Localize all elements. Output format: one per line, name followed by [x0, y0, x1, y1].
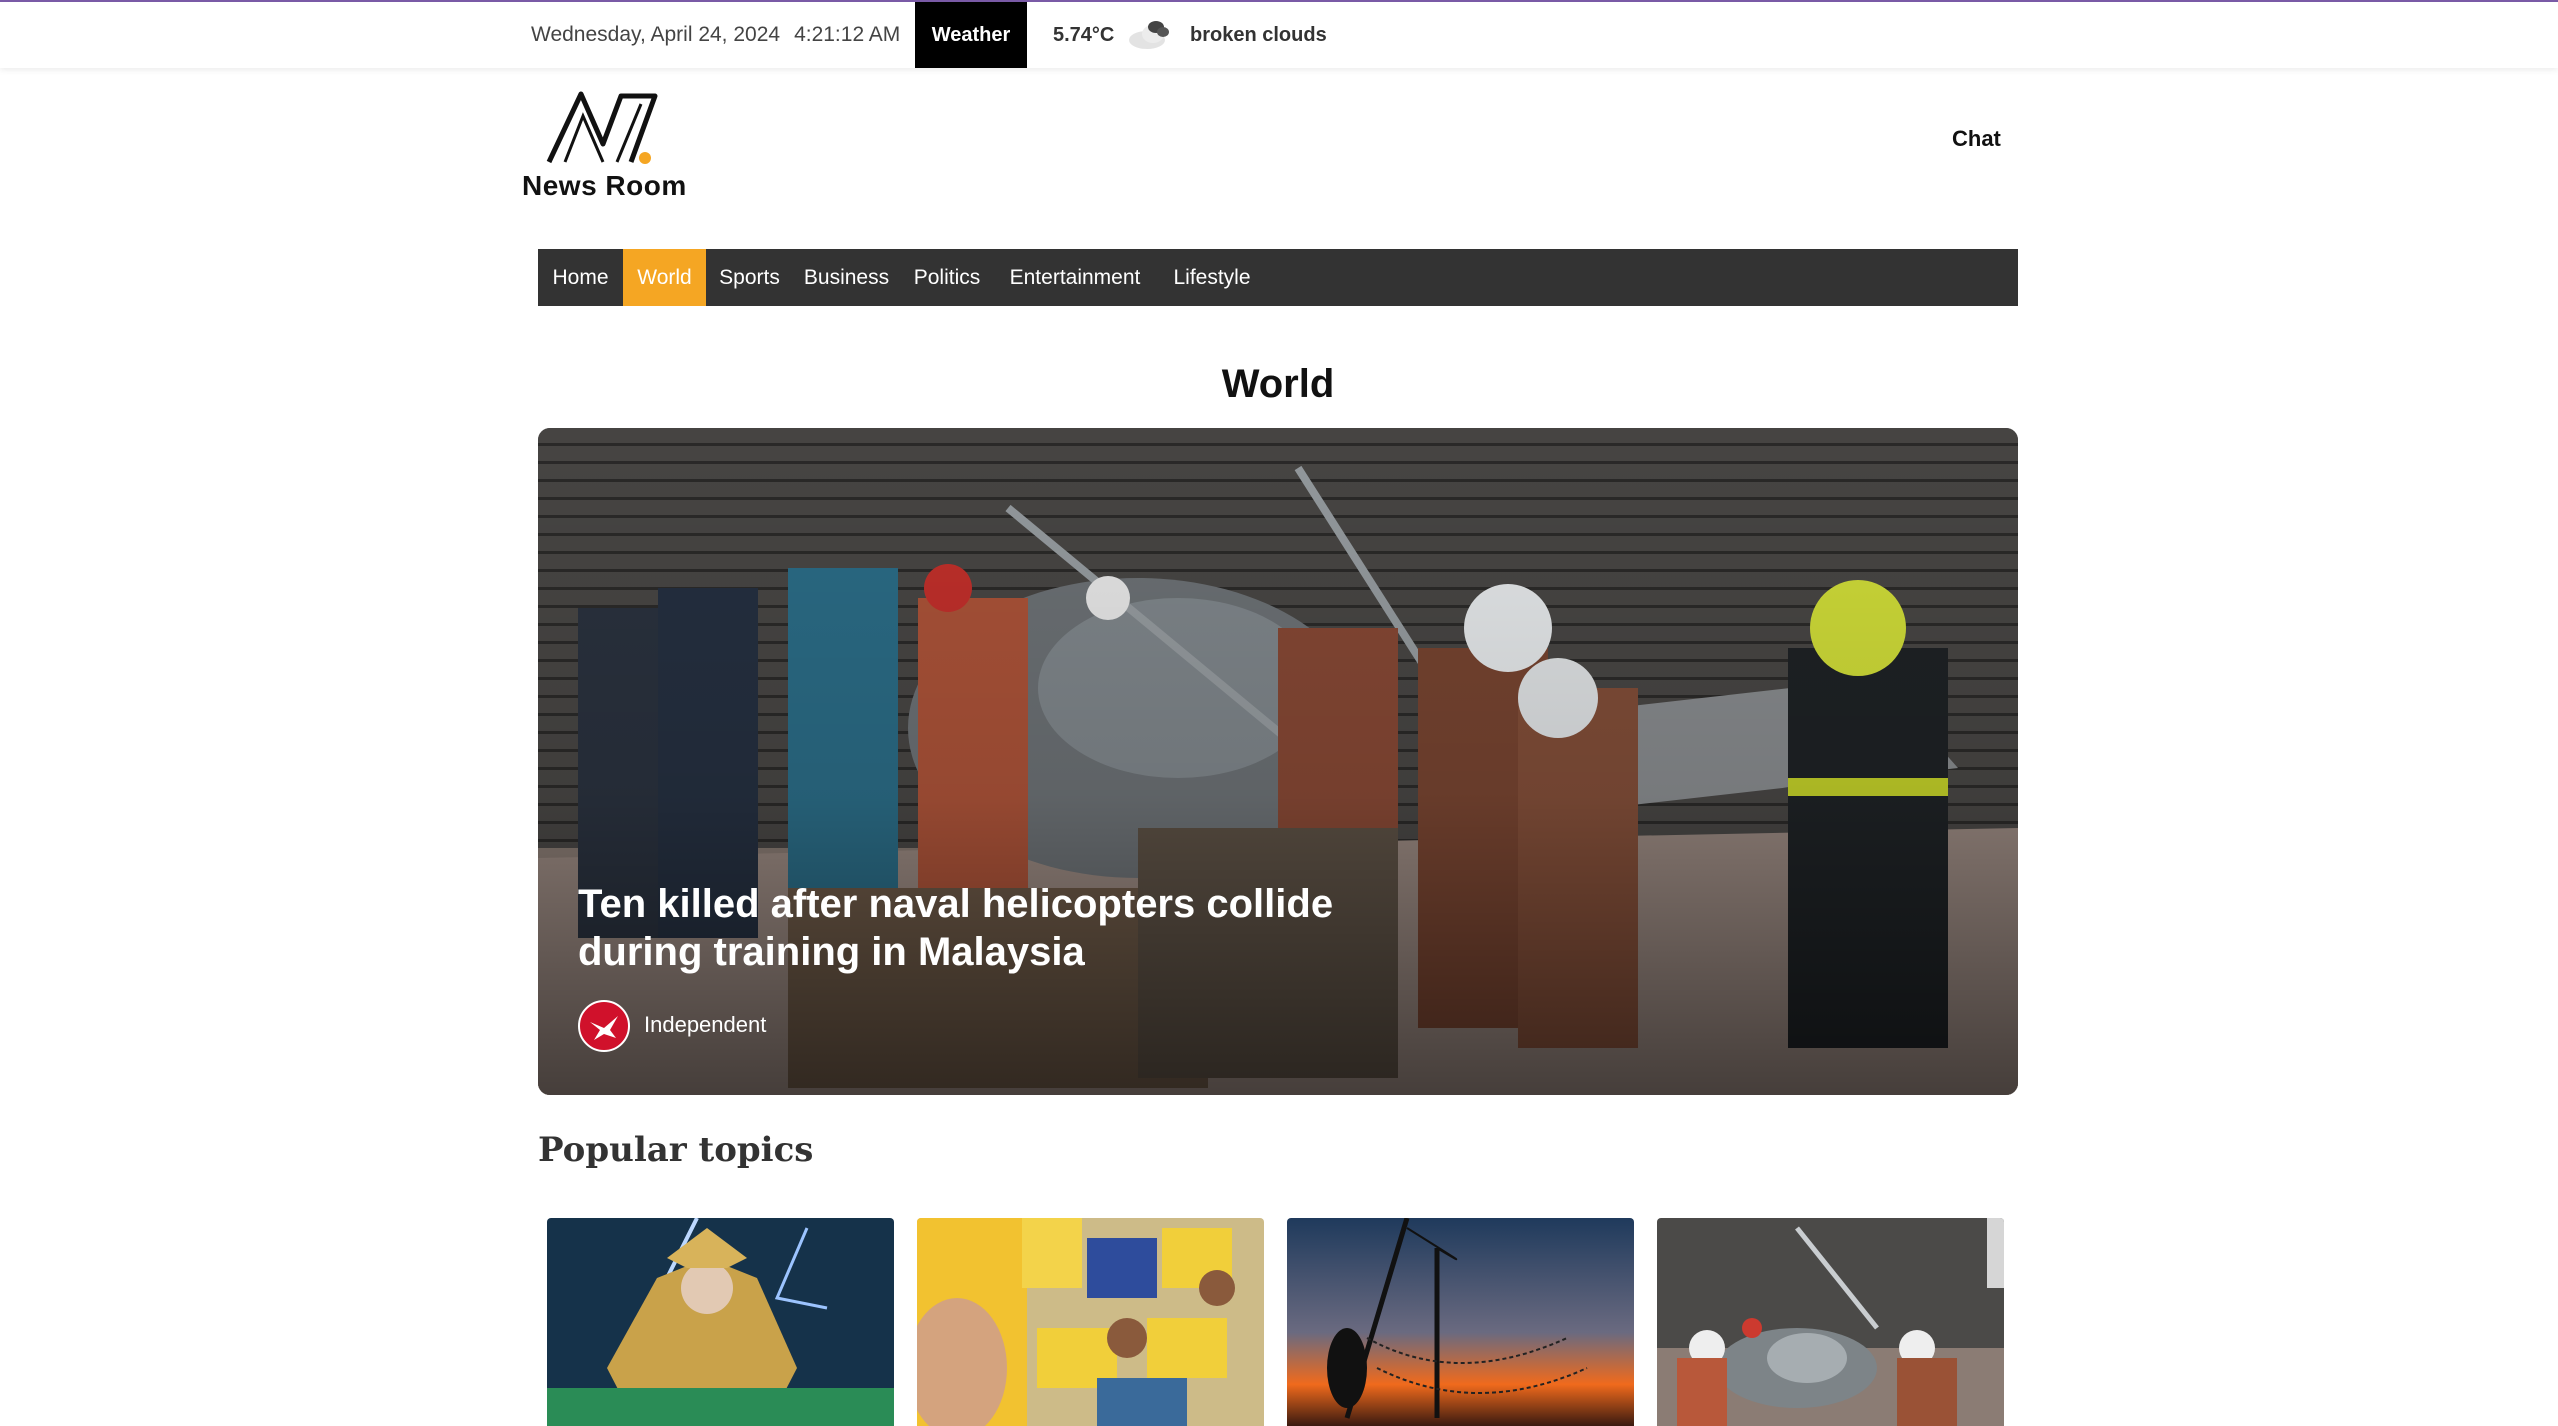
- nav-business[interactable]: Business: [793, 249, 900, 306]
- nav-home[interactable]: Home: [538, 249, 623, 306]
- chat-link[interactable]: Chat: [1952, 126, 2001, 152]
- protest-image: [917, 1218, 1264, 1426]
- source-name[interactable]: Independent: [644, 1012, 766, 1038]
- section-title: World: [1221, 362, 1335, 406]
- broken-clouds-icon: [1129, 21, 1169, 49]
- popular-topics-heading: Popular topics: [538, 1130, 814, 1170]
- independent-eagle-icon: [578, 1000, 630, 1052]
- nav-entertainment[interactable]: Entertainment: [994, 249, 1156, 306]
- nav-politics[interactable]: Politics: [900, 249, 994, 306]
- current-time: 4:21:12 AM: [794, 23, 901, 46]
- weather-condition: broken clouds: [1190, 24, 1327, 46]
- hero-article[interactable]: Ten killed after naval helicopters colli…: [538, 428, 2018, 1095]
- temperature: 5.74°C: [1053, 24, 1115, 46]
- newsroom-logo[interactable]: [545, 88, 661, 168]
- popular-card-helicopter[interactable]: [1657, 1218, 2004, 1426]
- brand-name[interactable]: News Room: [522, 170, 687, 202]
- fishing-sunset-image: [1287, 1218, 1634, 1426]
- popular-card-protest[interactable]: [917, 1218, 1264, 1426]
- popular-card-performer[interactable]: [547, 1218, 894, 1426]
- weather-button[interactable]: Weather: [915, 2, 1027, 68]
- top-bar: Wednesday, April 24, 2024 4:21:12 AM Weat…: [0, 2, 2558, 68]
- nav-world[interactable]: World: [623, 249, 706, 306]
- performer-image: [547, 1218, 894, 1426]
- hero-image: [538, 428, 2018, 1095]
- nav-sports[interactable]: Sports: [706, 249, 793, 306]
- current-date: Wednesday, April 24, 2024: [531, 23, 781, 46]
- main-navigation: Home World Sports Business Politics Ente…: [538, 249, 2018, 306]
- date-time: Wednesday, April 24, 2024 4:21:12 AM: [531, 2, 900, 68]
- hero-headline[interactable]: Ten killed after naval helicopters colli…: [578, 880, 1358, 976]
- nav-lifestyle[interactable]: Lifestyle: [1156, 249, 1268, 306]
- helicopter-crash-image: [1657, 1218, 2004, 1426]
- popular-card-fishing[interactable]: [1287, 1218, 1634, 1426]
